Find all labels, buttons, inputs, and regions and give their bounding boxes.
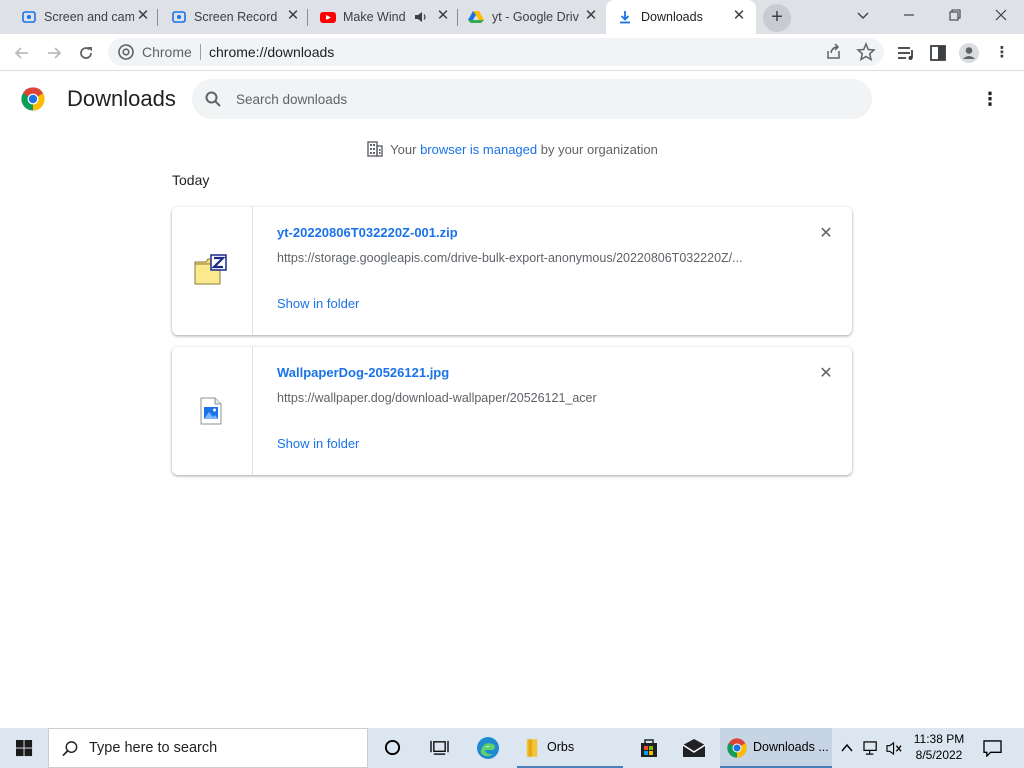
youtube-icon [320,12,336,23]
omnibox-url[interactable]: chrome://downloads [209,44,334,60]
managed-notice: Your browser is managed by your organiza… [0,140,1024,158]
new-tab-button[interactable]: + [763,4,791,32]
back-button[interactable] [9,40,35,66]
tab-close-icon[interactable]: ✕ [583,8,599,24]
minimize-button[interactable] [886,0,932,32]
search-downloads-input[interactable] [236,87,836,111]
managed-text-suffix: by your organization [537,142,658,157]
tab-search-chevron-icon[interactable] [840,0,886,32]
taskbar-app-label: Downloads ... [753,740,829,754]
downloads-header: Downloads ⋮ [0,72,1024,128]
download-item: WallpaperDog-20526121.jpg https://wallpa… [172,347,852,475]
managed-text-prefix: Your [390,142,421,157]
show-in-folder-link[interactable]: Show in folder [277,296,359,311]
download-source-url: https://wallpaper.dog/download-wallpaper… [277,391,597,405]
date-section-label: Today [172,172,210,188]
bookmark-star-icon[interactable] [856,42,876,62]
building-icon [367,141,383,157]
tab-title: Screen Recorder [194,10,278,24]
tab-title: Make Wind [343,10,405,24]
tab-close-icon[interactable]: ✕ [435,8,451,24]
tab-title: Downloads [641,10,703,24]
microsoft-store-icon[interactable] [634,728,664,768]
chrome-site-icon [118,44,134,60]
taskbar-search-text: Type here to search [89,740,218,756]
tab-strip: Screen and cam ✕ Screen Recorder ✕ Make … [0,0,1024,34]
search-icon [205,91,221,107]
system-clock[interactable]: 11:38 PM 8/5/2022 [904,731,974,763]
zip-file-icon [194,254,227,285]
tab-screen-recorder[interactable]: Screen Recorder ✕ [158,0,308,34]
download-item: yt-20220806T032220Z-001.zip https://stor… [172,207,852,335]
tab-close-icon[interactable]: ✕ [285,8,301,24]
windows-logo-icon [16,740,33,757]
tab-make-wind[interactable]: Make Wind ✕ [308,0,458,34]
download-file-name-link[interactable]: WallpaperDog-20526121.jpg [277,365,449,380]
mail-icon[interactable] [679,728,709,768]
volume-muted-icon[interactable] [884,728,904,768]
tab-close-icon[interactable]: ✕ [135,8,151,24]
network-icon[interactable] [861,728,881,768]
edge-browser-icon[interactable] [473,728,503,768]
clock-date: 8/5/2022 [915,748,963,762]
tab-title: yt - Google Driv [492,10,579,24]
folder-icon [526,739,538,757]
show-hidden-icons-chevron-icon[interactable] [838,728,856,768]
start-button[interactable] [0,728,48,768]
tab-downloads[interactable]: Downloads ✕ [606,0,756,34]
forward-button[interactable] [41,40,67,66]
download-file-name-link[interactable]: yt-20220806T032220Z-001.zip [277,225,458,240]
share-icon[interactable] [824,42,844,62]
profile-avatar-icon[interactable] [958,42,980,64]
remove-download-close-icon[interactable]: ✕ [817,365,835,383]
omnibox-scheme-label: Chrome [142,44,192,60]
search-icon [62,741,78,757]
file-icon-column [172,207,253,335]
page-title: Downloads [67,86,176,111]
download-source-url: https://storage.googleapis.com/drive-bul… [277,251,743,265]
tab-title: Screen and cam [44,10,134,24]
taskbar-app-label: Orbs [547,740,575,754]
downloads-more-actions-icon[interactable]: ⋮ [980,88,1000,110]
chrome-logo-icon [21,87,45,111]
taskbar-app-chrome-downloads[interactable]: Downloads ... [720,728,832,768]
chrome-menu-icon[interactable]: ⋮ [991,42,1013,64]
side-panel-icon[interactable] [927,42,949,64]
address-bar[interactable]: Chrome chrome://downloads [108,38,884,66]
clock-time: 11:38 PM [913,732,965,746]
screen-recorder-icon [172,11,186,23]
notification-center-icon[interactable] [980,728,1004,768]
task-view-icon[interactable] [425,728,453,768]
speaker-audio-icon[interactable] [414,10,428,24]
browser-toolbar: Chrome chrome://downloads ⋮ [0,34,1024,71]
taskbar-app-orbs[interactable]: Orbs [517,728,623,768]
tab-close-icon[interactable]: ✕ [731,8,747,24]
search-downloads-box[interactable] [192,79,872,119]
cortana-icon[interactable] [378,728,406,768]
reload-button[interactable] [73,40,99,66]
taskbar-search-box[interactable]: Type here to search [48,728,368,768]
close-window-button[interactable] [978,0,1024,32]
google-drive-icon [468,11,484,23]
chrome-icon [727,738,747,758]
file-icon-column [172,347,253,475]
tab-google-drive[interactable]: yt - Google Driv ✕ [458,0,606,34]
download-icon [620,11,630,24]
restore-button[interactable] [932,0,978,32]
remove-download-close-icon[interactable]: ✕ [817,225,835,243]
show-in-folder-link[interactable]: Show in folder [277,436,359,451]
omnibox-separator [200,44,201,60]
browser-managed-link[interactable]: browser is managed [420,142,537,157]
image-file-icon [200,397,222,425]
media-controls-icon[interactable] [895,42,917,64]
tab-screen-and-cam[interactable]: Screen and cam ✕ [8,0,158,34]
screen-recorder-icon [22,11,36,23]
windows-taskbar: Type here to search Orbs Downloads ... 1… [0,728,1024,768]
